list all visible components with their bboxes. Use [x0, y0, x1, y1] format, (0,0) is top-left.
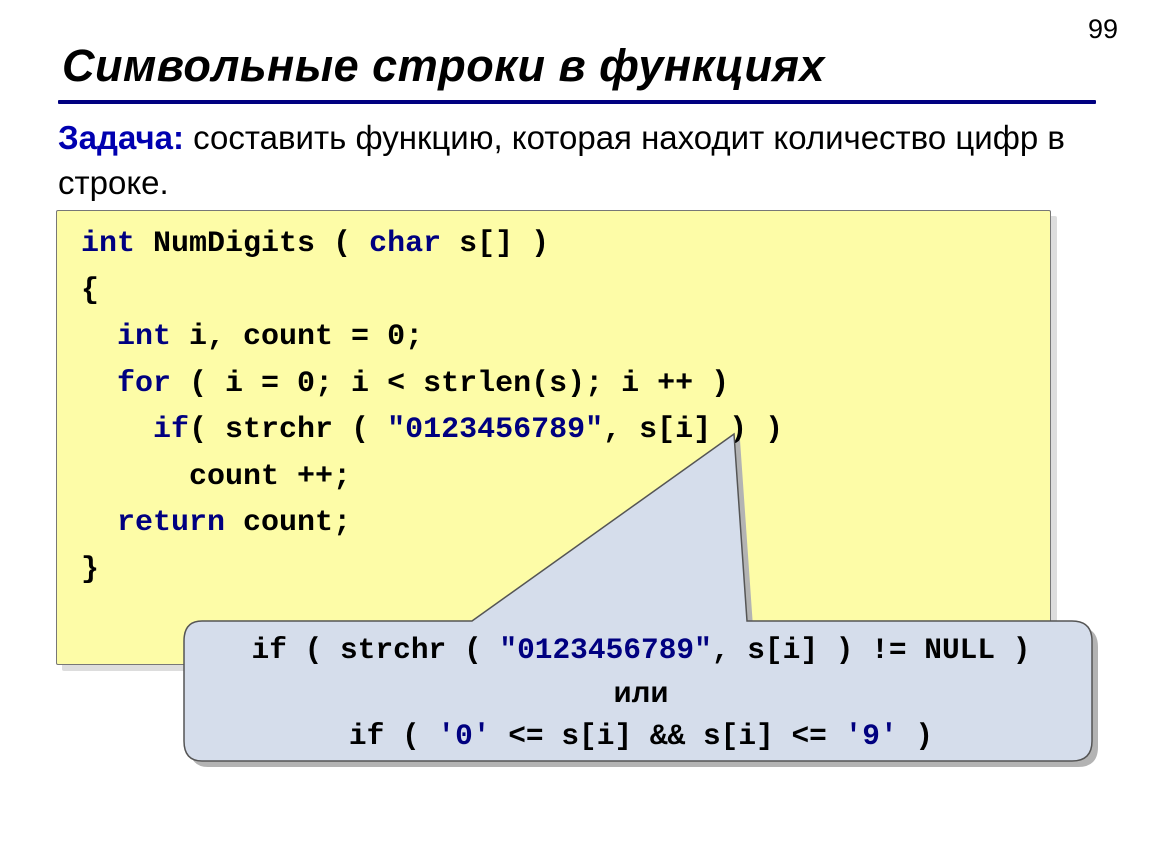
- kw-char: char: [369, 227, 441, 261]
- code-text: ): [898, 719, 933, 753]
- callout-line: if ( strchr ( "0123456789", s[i] ) != NU…: [186, 629, 1096, 672]
- char-literal: '9': [845, 719, 898, 753]
- code-line: for ( i = 0; i < strlen(s); i ++ ): [81, 361, 1034, 408]
- page-number: 99: [1088, 14, 1118, 45]
- code-text: if ( strchr (: [252, 633, 500, 667]
- code-text: , s[i] ) != NULL ): [712, 633, 1031, 667]
- code-text: if (: [349, 719, 438, 753]
- code-line: int i, count = 0;: [81, 314, 1034, 361]
- callout-text: if ( strchr ( "0123456789", s[i] ) != NU…: [186, 629, 1096, 757]
- code-text: NumDigits (: [135, 227, 369, 261]
- kw-int: int: [81, 227, 135, 261]
- kw-for: for: [117, 367, 171, 401]
- task-text: составить функцию, которая находит колич…: [58, 119, 1065, 201]
- callout-or: или: [186, 672, 1096, 715]
- task-block: Задача: составить функцию, которая наход…: [58, 116, 1098, 205]
- code-text: s[] ): [441, 227, 549, 261]
- slide-title: Символьные строки в функциях: [62, 40, 825, 92]
- code-text: i, count = 0;: [171, 320, 423, 354]
- code-line: {: [81, 268, 1034, 315]
- string-literal: "0123456789": [499, 633, 711, 667]
- title-underline: [58, 100, 1096, 104]
- task-label: Задача:: [58, 119, 184, 156]
- kw-int: int: [117, 320, 171, 354]
- code-text: ( i = 0; i < strlen(s); i ++ ): [171, 367, 729, 401]
- slide: 99 Символьные строки в функциях Задача: …: [0, 0, 1150, 864]
- callout: if ( strchr ( "0123456789", s[i] ) != NU…: [172, 431, 1117, 811]
- code-text: <= s[i] && s[i] <=: [491, 719, 845, 753]
- code-line: int NumDigits ( char s[] ): [81, 221, 1034, 268]
- callout-line: if ( '0' <= s[i] && s[i] <= '9' ): [186, 715, 1096, 758]
- char-literal: '0': [437, 719, 490, 753]
